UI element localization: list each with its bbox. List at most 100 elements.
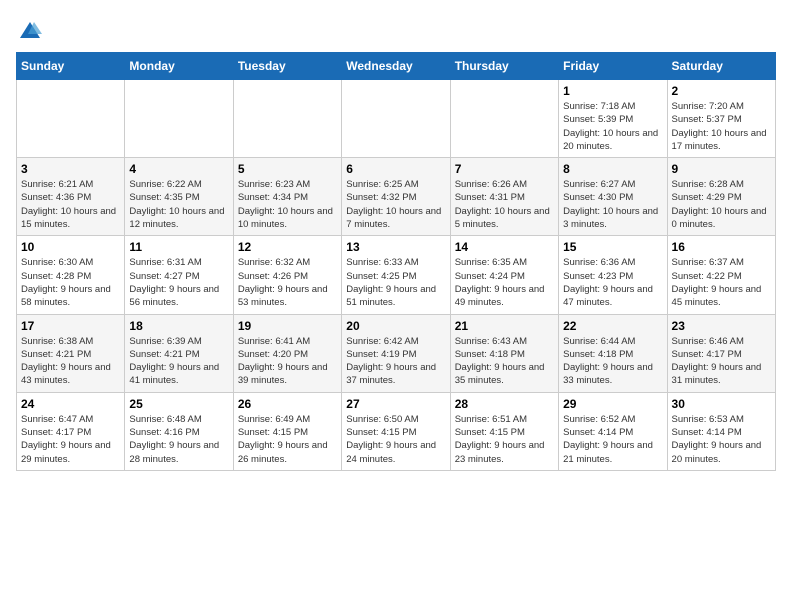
calendar-cell: 28 Sunrise: 6:51 AM Sunset: 4:15 PM Dayli… — [450, 392, 558, 470]
calendar-cell: 16 Sunrise: 6:37 AM Sunset: 4:22 PM Dayli… — [667, 236, 775, 314]
day-number: 10 — [21, 240, 120, 254]
calendar-cell: 4 Sunrise: 6:22 AM Sunset: 4:35 PM Daylig… — [125, 158, 233, 236]
logo-icon — [18, 20, 42, 44]
day-info: Sunrise: 6:35 AM Sunset: 4:24 PM Dayligh… — [455, 256, 554, 309]
calendar-cell: 26 Sunrise: 6:49 AM Sunset: 4:15 PM Dayli… — [233, 392, 341, 470]
day-number: 6 — [346, 162, 445, 176]
calendar-cell: 23 Sunrise: 6:46 AM Sunset: 4:17 PM Dayli… — [667, 314, 775, 392]
weekday-header-friday: Friday — [559, 53, 667, 80]
day-info: Sunrise: 6:31 AM Sunset: 4:27 PM Dayligh… — [129, 256, 228, 309]
calendar-cell: 22 Sunrise: 6:44 AM Sunset: 4:18 PM Dayli… — [559, 314, 667, 392]
calendar-week-row: 24 Sunrise: 6:47 AM Sunset: 4:17 PM Dayli… — [17, 392, 776, 470]
day-number: 9 — [672, 162, 771, 176]
calendar-header: SundayMondayTuesdayWednesdayThursdayFrid… — [17, 53, 776, 80]
day-number: 16 — [672, 240, 771, 254]
day-number: 18 — [129, 319, 228, 333]
calendar-cell: 10Sunrise: 6:30 AM Sunset: 4:28 PM Dayli… — [17, 236, 125, 314]
calendar-week-row: 1 Sunrise: 7:18 AM Sunset: 5:39 PM Daylig… — [17, 80, 776, 158]
calendar-cell: 12 Sunrise: 6:32 AM Sunset: 4:26 PM Dayli… — [233, 236, 341, 314]
day-info: Sunrise: 6:22 AM Sunset: 4:35 PM Dayligh… — [129, 178, 228, 231]
weekday-header-tuesday: Tuesday — [233, 53, 341, 80]
weekday-header-monday: Monday — [125, 53, 233, 80]
calendar-cell: 7 Sunrise: 6:26 AM Sunset: 4:31 PM Daylig… — [450, 158, 558, 236]
calendar-cell: 14 Sunrise: 6:35 AM Sunset: 4:24 PM Dayli… — [450, 236, 558, 314]
day-info: Sunrise: 6:51 AM Sunset: 4:15 PM Dayligh… — [455, 413, 554, 466]
calendar-cell: 11 Sunrise: 6:31 AM Sunset: 4:27 PM Dayli… — [125, 236, 233, 314]
day-number: 2 — [672, 84, 771, 98]
day-number: 27 — [346, 397, 445, 411]
day-info: Sunrise: 6:53 AM Sunset: 4:14 PM Dayligh… — [672, 413, 771, 466]
calendar-cell: 30 Sunrise: 6:53 AM Sunset: 4:14 PM Dayli… — [667, 392, 775, 470]
calendar-cell: 8 Sunrise: 6:27 AM Sunset: 4:30 PM Daylig… — [559, 158, 667, 236]
day-info: Sunrise: 6:44 AM Sunset: 4:18 PM Dayligh… — [563, 335, 662, 388]
day-number: 11 — [129, 240, 228, 254]
day-info: Sunrise: 6:27 AM Sunset: 4:30 PM Dayligh… — [563, 178, 662, 231]
day-number: 23 — [672, 319, 771, 333]
day-info: Sunrise: 6:43 AM Sunset: 4:18 PM Dayligh… — [455, 335, 554, 388]
day-number: 26 — [238, 397, 337, 411]
day-number: 1 — [563, 84, 662, 98]
day-number: 22 — [563, 319, 662, 333]
day-info: Sunrise: 6:47 AM Sunset: 4:17 PM Dayligh… — [21, 413, 120, 466]
calendar-week-row: 17 Sunrise: 6:38 AM Sunset: 4:21 PM Dayli… — [17, 314, 776, 392]
day-number: 3 — [21, 162, 120, 176]
day-number: 14 — [455, 240, 554, 254]
calendar-cell: 29Sunrise: 6:52 AM Sunset: 4:14 PM Dayli… — [559, 392, 667, 470]
calendar-cell: 18Sunrise: 6:39 AM Sunset: 4:21 PM Dayli… — [125, 314, 233, 392]
day-number: 17 — [21, 319, 120, 333]
day-number: 12 — [238, 240, 337, 254]
day-number: 8 — [563, 162, 662, 176]
day-info: Sunrise: 7:18 AM Sunset: 5:39 PM Dayligh… — [563, 100, 662, 153]
calendar-cell: 24 Sunrise: 6:47 AM Sunset: 4:17 PM Dayli… — [17, 392, 125, 470]
day-info: Sunrise: 6:48 AM Sunset: 4:16 PM Dayligh… — [129, 413, 228, 466]
calendar-cell: 6 Sunrise: 6:25 AM Sunset: 4:32 PM Daylig… — [342, 158, 450, 236]
calendar-cell — [17, 80, 125, 158]
day-number: 19 — [238, 319, 337, 333]
day-info: Sunrise: 6:32 AM Sunset: 4:26 PM Dayligh… — [238, 256, 337, 309]
calendar-cell — [125, 80, 233, 158]
calendar-cell: 25 Sunrise: 6:48 AM Sunset: 4:16 PM Dayli… — [125, 392, 233, 470]
day-number: 5 — [238, 162, 337, 176]
calendar-cell — [450, 80, 558, 158]
weekday-header-thursday: Thursday — [450, 53, 558, 80]
calendar-cell: 19Sunrise: 6:41 AM Sunset: 4:20 PM Dayli… — [233, 314, 341, 392]
day-number: 28 — [455, 397, 554, 411]
calendar-cell: 2Sunrise: 7:20 AM Sunset: 5:37 PM Daylig… — [667, 80, 775, 158]
day-number: 29 — [563, 397, 662, 411]
calendar-cell: 27 Sunrise: 6:50 AM Sunset: 4:15 PM Dayli… — [342, 392, 450, 470]
logo — [16, 20, 42, 44]
calendar-cell: 20 Sunrise: 6:42 AM Sunset: 4:19 PM Dayli… — [342, 314, 450, 392]
day-number: 4 — [129, 162, 228, 176]
day-number: 20 — [346, 319, 445, 333]
calendar-cell: 13Sunrise: 6:33 AM Sunset: 4:25 PM Dayli… — [342, 236, 450, 314]
calendar-week-row: 3Sunrise: 6:21 AM Sunset: 4:36 PM Daylig… — [17, 158, 776, 236]
day-number: 24 — [21, 397, 120, 411]
day-number: 30 — [672, 397, 771, 411]
day-info: Sunrise: 6:50 AM Sunset: 4:15 PM Dayligh… — [346, 413, 445, 466]
day-info: Sunrise: 6:26 AM Sunset: 4:31 PM Dayligh… — [455, 178, 554, 231]
calendar-cell — [342, 80, 450, 158]
calendar-cell: 17 Sunrise: 6:38 AM Sunset: 4:21 PM Dayli… — [17, 314, 125, 392]
day-info: Sunrise: 6:46 AM Sunset: 4:17 PM Dayligh… — [672, 335, 771, 388]
calendar-table: SundayMondayTuesdayWednesdayThursdayFrid… — [16, 52, 776, 471]
day-info: Sunrise: 6:49 AM Sunset: 4:15 PM Dayligh… — [238, 413, 337, 466]
day-info: Sunrise: 6:42 AM Sunset: 4:19 PM Dayligh… — [346, 335, 445, 388]
calendar-week-row: 10Sunrise: 6:30 AM Sunset: 4:28 PM Dayli… — [17, 236, 776, 314]
day-info: Sunrise: 6:28 AM Sunset: 4:29 PM Dayligh… — [672, 178, 771, 231]
weekday-header-saturday: Saturday — [667, 53, 775, 80]
day-info: Sunrise: 6:37 AM Sunset: 4:22 PM Dayligh… — [672, 256, 771, 309]
calendar-cell: 21 Sunrise: 6:43 AM Sunset: 4:18 PM Dayli… — [450, 314, 558, 392]
calendar-cell: 15Sunrise: 6:36 AM Sunset: 4:23 PM Dayli… — [559, 236, 667, 314]
day-number: 25 — [129, 397, 228, 411]
day-number: 21 — [455, 319, 554, 333]
calendar-cell: 5Sunrise: 6:23 AM Sunset: 4:34 PM Daylig… — [233, 158, 341, 236]
page-header — [16, 16, 776, 44]
calendar-cell: 9 Sunrise: 6:28 AM Sunset: 4:29 PM Daylig… — [667, 158, 775, 236]
weekday-header-sunday: Sunday — [17, 53, 125, 80]
day-info: Sunrise: 6:25 AM Sunset: 4:32 PM Dayligh… — [346, 178, 445, 231]
day-number: 7 — [455, 162, 554, 176]
calendar-cell — [233, 80, 341, 158]
day-info: Sunrise: 6:38 AM Sunset: 4:21 PM Dayligh… — [21, 335, 120, 388]
calendar-cell: 3Sunrise: 6:21 AM Sunset: 4:36 PM Daylig… — [17, 158, 125, 236]
day-info: Sunrise: 6:33 AM Sunset: 4:25 PM Dayligh… — [346, 256, 445, 309]
